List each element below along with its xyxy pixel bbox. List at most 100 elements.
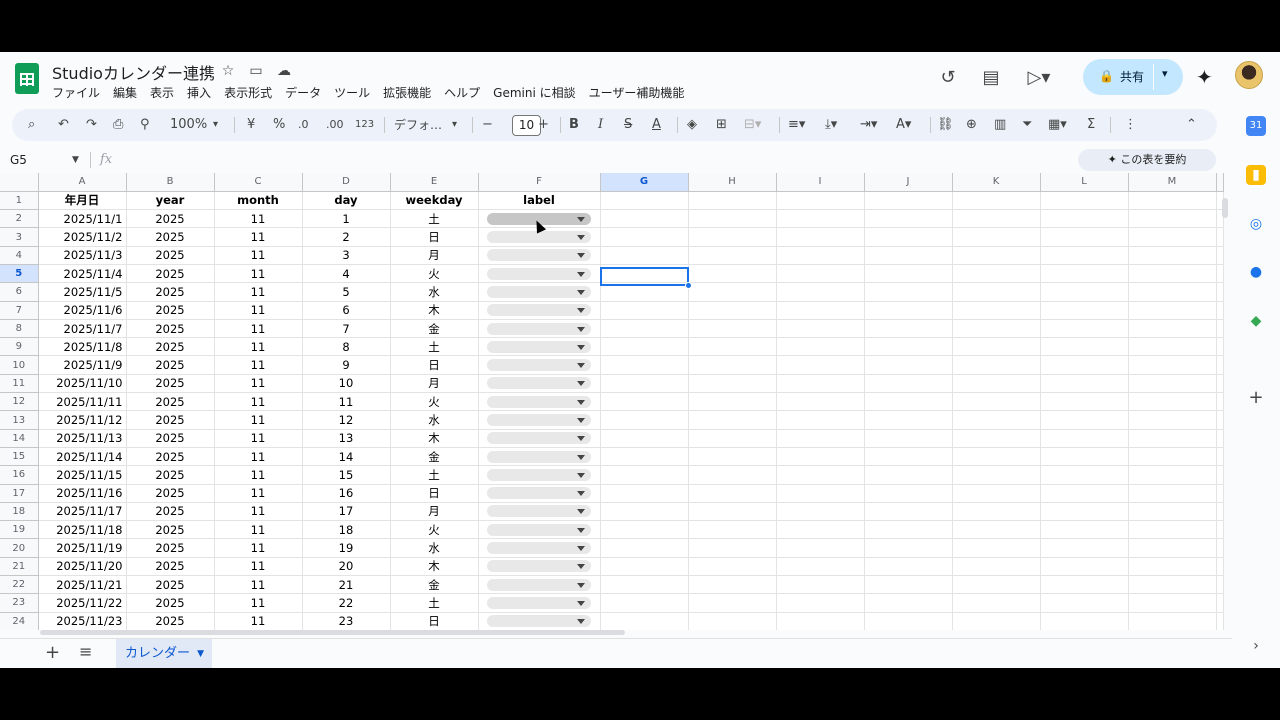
empty-cell[interactable] [952,484,1041,503]
empty-cell[interactable] [1128,520,1217,540]
empty-cell[interactable] [600,538,689,558]
empty-cell[interactable] [688,502,777,522]
row-header[interactable]: 6 [0,282,39,302]
sheets-logo-icon[interactable] [15,63,39,94]
menu-item[interactable]: ツール [334,83,376,103]
column-header-g[interactable]: G [600,173,689,192]
label-dropdown-chip[interactable] [487,468,591,481]
row-header[interactable]: 9 [0,337,39,357]
label-dropdown-chip[interactable] [487,231,591,244]
empty-cell[interactable] [688,282,777,302]
data-cell[interactable]: 11 [302,392,391,412]
data-cell[interactable]: 月 [390,246,479,265]
empty-cell[interactable] [776,392,865,412]
data-cell[interactable]: 2025/11/4 [38,264,127,284]
decrease-decimal-button[interactable]: .0 [298,115,309,135]
empty-cell[interactable] [1216,410,1224,430]
data-cell[interactable]: 金 [390,447,479,467]
empty-cell[interactable] [776,410,865,430]
data-cell[interactable]: 20 [302,557,391,577]
empty-cell[interactable] [1128,227,1217,247]
empty-cell[interactable] [688,520,777,540]
label-dropdown-chip[interactable] [487,450,591,463]
empty-cell[interactable] [952,374,1041,394]
empty-cell[interactable] [952,246,1041,265]
empty-cell[interactable] [1040,392,1129,412]
data-cell[interactable]: 11 [214,429,303,448]
empty-cell[interactable] [1216,538,1224,558]
data-cell[interactable]: 15 [302,465,391,485]
meet-icon[interactable]: ▷▾ [1027,66,1051,90]
label-dropdown-chip[interactable] [487,249,591,262]
more-options-icon[interactable]: ⋮ [1124,115,1137,135]
label-dropdown-chip[interactable] [487,560,591,573]
data-cell[interactable]: 11 [214,447,303,467]
empty-cell[interactable] [1128,447,1217,467]
data-cell[interactable]: 3 [302,246,391,265]
label-dropdown-cell[interactable] [478,282,601,302]
all-sheets-icon[interactable]: ≡ [79,642,92,661]
data-cell[interactable]: 2025 [126,209,215,229]
insert-chart-icon[interactable]: ▥ [994,115,1006,135]
empty-cell[interactable] [952,319,1041,339]
empty-cell[interactable] [952,502,1041,522]
data-cell[interactable]: 19 [302,538,391,558]
empty-cell[interactable] [1216,557,1224,577]
empty-cell[interactable] [776,374,865,394]
data-cell[interactable]: 月 [390,502,479,522]
label-dropdown-cell[interactable] [478,264,601,284]
filter-icon[interactable]: ⏷ [1022,115,1032,135]
empty-cell[interactable] [1040,520,1129,540]
empty-cell[interactable] [600,282,689,302]
empty-cell[interactable] [688,593,777,613]
empty-cell[interactable] [688,209,777,229]
label-dropdown-cell[interactable] [478,520,601,540]
data-cell[interactable]: 日 [390,612,479,630]
empty-cell[interactable] [1040,465,1129,485]
empty-cell[interactable] [1128,282,1217,302]
column-header-l[interactable]: L [1040,173,1129,192]
menu-item[interactable]: ヘルプ [444,83,486,103]
label-dropdown-chip[interactable] [487,432,591,445]
row-header[interactable]: 2 [0,209,39,229]
empty-cell[interactable] [600,465,689,485]
data-cell[interactable]: 21 [302,575,391,595]
data-cell[interactable]: 2025/11/19 [38,538,127,558]
select-all-corner[interactable] [0,173,39,192]
data-cell[interactable]: 2025 [126,593,215,613]
empty-cell[interactable] [952,520,1041,540]
data-cell[interactable]: 2025 [126,612,215,630]
empty-cell[interactable] [600,484,689,503]
data-cell[interactable]: 2025 [126,392,215,412]
empty-cell[interactable] [600,209,689,229]
empty-cell[interactable] [688,447,777,467]
bold-icon[interactable]: B [569,115,579,135]
label-dropdown-cell[interactable] [478,429,601,448]
empty-cell[interactable] [1216,319,1224,339]
row-header[interactable]: 7 [0,301,39,320]
label-dropdown-chip[interactable] [487,267,591,280]
move-folder-icon[interactable]: ▭ [247,62,265,80]
row-header[interactable]: 22 [0,575,39,595]
data-cell[interactable]: 2025/11/8 [38,337,127,357]
empty-cell[interactable] [1040,264,1129,284]
data-cell[interactable]: 11 [214,392,303,412]
empty-cell[interactable] [1216,246,1224,265]
contacts-icon[interactable]: ● [1246,262,1266,282]
empty-cell[interactable] [952,209,1041,229]
search-menus-icon[interactable]: ⌕ [28,115,35,135]
data-cell[interactable]: 11 [214,557,303,577]
empty-cell[interactable] [776,429,865,448]
add-sheet-icon[interactable]: + [45,642,60,663]
empty-cell[interactable] [776,337,865,357]
empty-cell[interactable] [864,392,953,412]
empty-cell[interactable] [864,557,953,577]
data-cell[interactable]: 2025 [126,557,215,577]
header-cell[interactable]: weekday [390,191,479,211]
empty-cell[interactable] [864,282,953,302]
data-cell[interactable]: 2025 [126,410,215,430]
empty-cell[interactable] [1128,465,1217,485]
spreadsheet-grid[interactable]: ABCDEFGHIJKLM 1 年月日 year month day weekday lab… [0,173,1224,630]
data-cell[interactable]: 金 [390,319,479,339]
data-cell[interactable]: 8 [302,337,391,357]
